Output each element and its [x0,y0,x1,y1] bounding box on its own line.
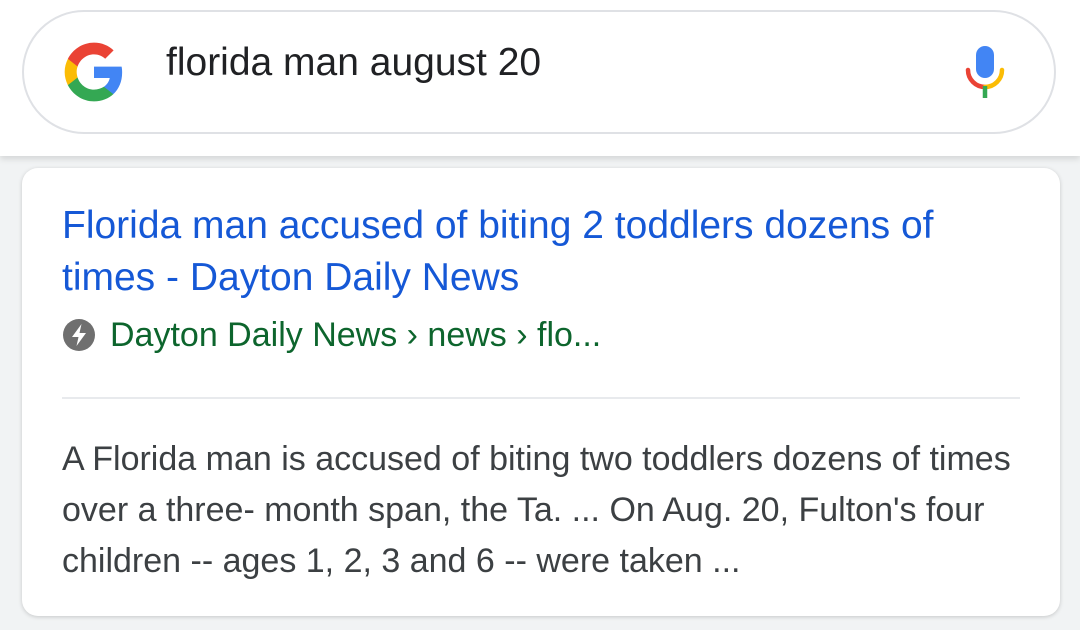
result-breadcrumb[interactable]: Dayton Daily News › news › flo... [62,313,601,357]
result-snippet: A Florida man is accused of biting two t… [62,440,1011,580]
lightning-bolt-icon [63,319,95,351]
microphone-icon[interactable] [963,44,1007,100]
search-header [0,0,1080,156]
search-input[interactable] [166,38,906,88]
breadcrumb-text: Dayton Daily News › news › flo... [110,315,602,354]
result-title-link[interactable]: Florida man accused of biting 2 toddlers… [62,200,1032,304]
divider [62,397,1020,399]
search-result-card: Florida man accused of biting 2 toddlers… [22,168,1060,616]
google-logo-icon[interactable] [62,40,126,104]
